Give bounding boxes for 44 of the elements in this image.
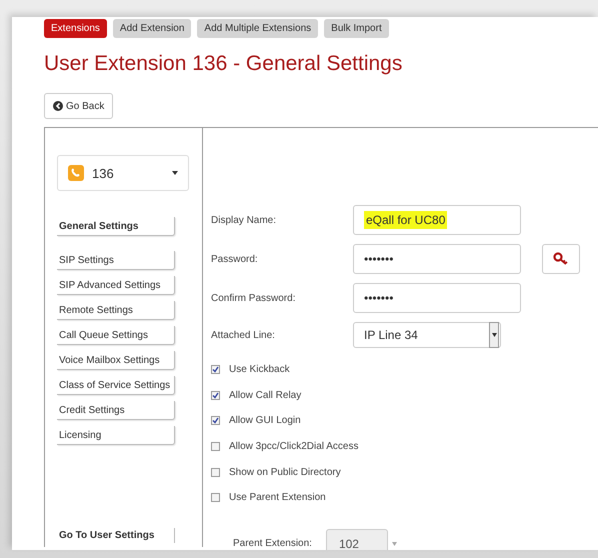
nav-tab[interactable]: Add Extension xyxy=(112,19,192,38)
page-title: User Extension 136 - General Settings xyxy=(44,52,404,76)
field-label: Password: xyxy=(211,254,259,264)
user-settings-link[interactable]: Go To User Settings xyxy=(57,528,175,543)
checkbox-label: Use Kickback xyxy=(229,364,290,376)
caret-icon xyxy=(492,333,496,337)
nav-tab[interactable]: Bulk Import xyxy=(324,19,389,38)
phone-icon xyxy=(68,165,84,181)
sidebar-item[interactable]: Call Queue Settings xyxy=(57,326,175,345)
sidebar-item[interactable]: Remote Settings xyxy=(57,301,175,320)
checkbox-label: Allow GUI Login xyxy=(229,415,301,426)
checkbox-label: Allow Call Relay xyxy=(229,390,302,401)
key-icon xyxy=(553,252,569,266)
checkbox[interactable] xyxy=(211,493,220,502)
checkbox[interactable] xyxy=(211,468,220,477)
caret-icon xyxy=(392,542,397,546)
sidebar-item[interactable]: Licensing xyxy=(57,426,175,445)
sidebar-item[interactable]: Voice Mailbox Settings xyxy=(57,351,175,370)
back-arrow-icon xyxy=(53,101,63,111)
checkbox[interactable] xyxy=(211,365,220,374)
sidebar-item[interactable]: Class of Service Settings xyxy=(57,376,175,395)
sidebar-item[interactable]: SIP Settings xyxy=(57,251,175,270)
field-label: Display Name: xyxy=(211,214,278,226)
sidebar-item[interactable]: SIP Advanced Settings xyxy=(57,276,175,295)
back-button[interactable]: Go Back xyxy=(44,93,114,119)
sidebar-item[interactable]: Credit Settings xyxy=(57,401,175,420)
checkbox[interactable] xyxy=(211,390,220,400)
nav-tab[interactable]: Extensions xyxy=(44,19,107,38)
checkbox[interactable] xyxy=(211,416,220,426)
checkbox[interactable] xyxy=(211,442,220,452)
field-label: Parent Extension: xyxy=(233,538,312,550)
field-label: Confirm Password: xyxy=(211,292,296,304)
checkbox-label: Show on Public Directory xyxy=(229,466,341,478)
nav-tab[interactable]: Add Multiple Extensions xyxy=(197,19,318,38)
checkbox-label: Use Parent Extension xyxy=(229,492,326,504)
line-select[interactable]: IP Line 34 xyxy=(353,322,501,348)
field-label: Attached Line: xyxy=(211,330,276,340)
password-field[interactable]: ••••••• xyxy=(353,283,521,313)
password-field[interactable]: ••••••• xyxy=(353,244,521,274)
key-button[interactable] xyxy=(542,244,580,274)
text-field[interactable]: eQall for UC80 xyxy=(353,205,521,235)
extension-select[interactable]: 136 xyxy=(57,155,189,191)
sidebar-item[interactable]: General Settings xyxy=(57,217,175,236)
checkbox-label: Allow 3pcc/Click2Dial Access xyxy=(229,441,358,452)
